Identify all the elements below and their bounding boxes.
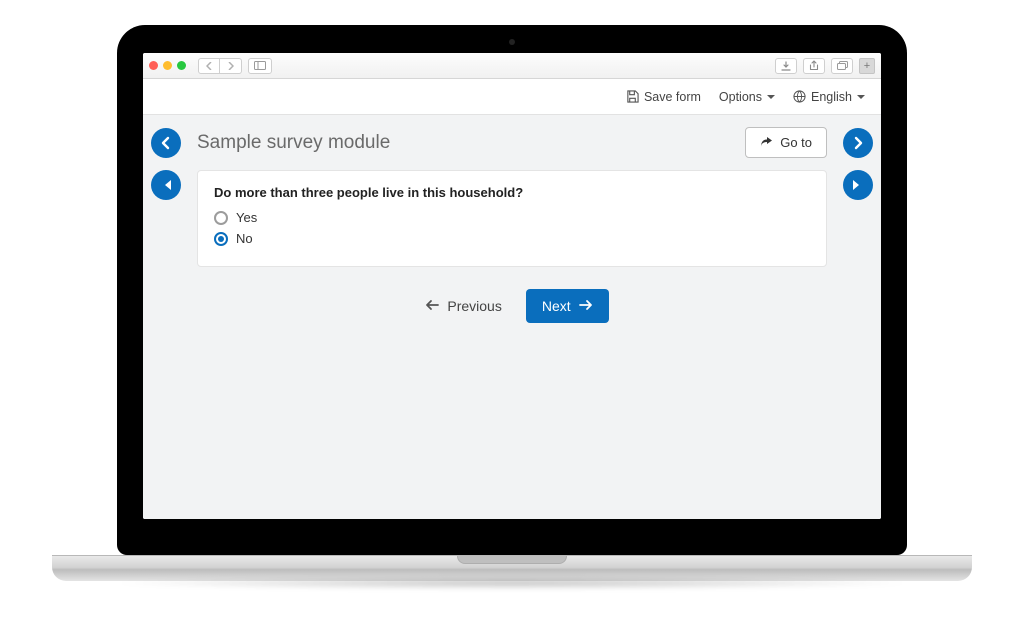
minimize-window-icon[interactable] — [163, 61, 172, 70]
laptop-screen: + Save form Options En — [117, 25, 907, 555]
radio-icon — [214, 232, 228, 246]
screen-content: + Save form Options En — [143, 53, 881, 519]
downloads-button[interactable] — [775, 58, 797, 74]
goto-label: Go to — [780, 135, 812, 150]
prev-section-button[interactable] — [151, 128, 181, 158]
share-button[interactable] — [803, 58, 825, 74]
save-icon — [626, 90, 639, 103]
arrow-right-icon — [579, 298, 593, 314]
option-label: No — [236, 231, 253, 246]
option-label: Yes — [236, 210, 257, 225]
browser-chrome: + — [143, 53, 881, 79]
arrow-left-icon — [425, 298, 439, 314]
laptop-base — [52, 555, 972, 581]
survey-body-row: Do more than three people live in this h… — [143, 170, 881, 267]
next-section-button[interactable] — [843, 128, 873, 158]
radio-icon — [214, 211, 228, 225]
goto-arrow-icon — [760, 137, 773, 148]
options-label: Options — [719, 90, 762, 104]
first-question-button[interactable] — [151, 170, 181, 200]
save-form-label: Save form — [644, 90, 701, 104]
question-text: Do more than three people live in this h… — [214, 185, 810, 200]
browser-forward-button[interactable] — [220, 58, 242, 74]
survey-area: Sample survey module Go to — [143, 115, 881, 519]
next-label: Next — [542, 298, 571, 314]
camera-dot — [509, 39, 515, 45]
app-toolbar: Save form Options English — [143, 79, 881, 115]
globe-icon — [793, 90, 806, 103]
nav-back-forward-group — [198, 58, 242, 74]
sidebar-toggle-button[interactable] — [248, 58, 272, 74]
caret-down-icon — [767, 95, 775, 99]
option-no[interactable]: No — [214, 231, 810, 246]
tabs-button[interactable] — [831, 58, 853, 74]
new-tab-button[interactable]: + — [859, 58, 875, 74]
save-form-button[interactable]: Save form — [626, 90, 701, 104]
laptop-frame: + Save form Options En — [117, 25, 907, 581]
previous-label: Previous — [447, 298, 501, 314]
pager: Previous Next — [143, 267, 881, 345]
options-dropdown[interactable]: Options — [719, 90, 775, 104]
window-controls — [149, 61, 186, 70]
close-window-icon[interactable] — [149, 61, 158, 70]
question-card: Do more than three people live in this h… — [197, 170, 827, 267]
previous-button[interactable]: Previous — [415, 290, 511, 322]
laptop-notch — [457, 556, 567, 564]
survey-title: Sample survey module — [197, 132, 729, 154]
next-button[interactable]: Next — [526, 289, 609, 323]
browser-back-button[interactable] — [198, 58, 220, 74]
language-label: English — [811, 90, 852, 104]
goto-button[interactable]: Go to — [745, 127, 827, 158]
option-yes[interactable]: Yes — [214, 210, 810, 225]
survey-header: Sample survey module Go to — [143, 127, 881, 170]
maximize-window-icon[interactable] — [177, 61, 186, 70]
last-question-button[interactable] — [843, 170, 873, 200]
caret-down-icon — [857, 95, 865, 99]
language-dropdown[interactable]: English — [793, 90, 865, 104]
